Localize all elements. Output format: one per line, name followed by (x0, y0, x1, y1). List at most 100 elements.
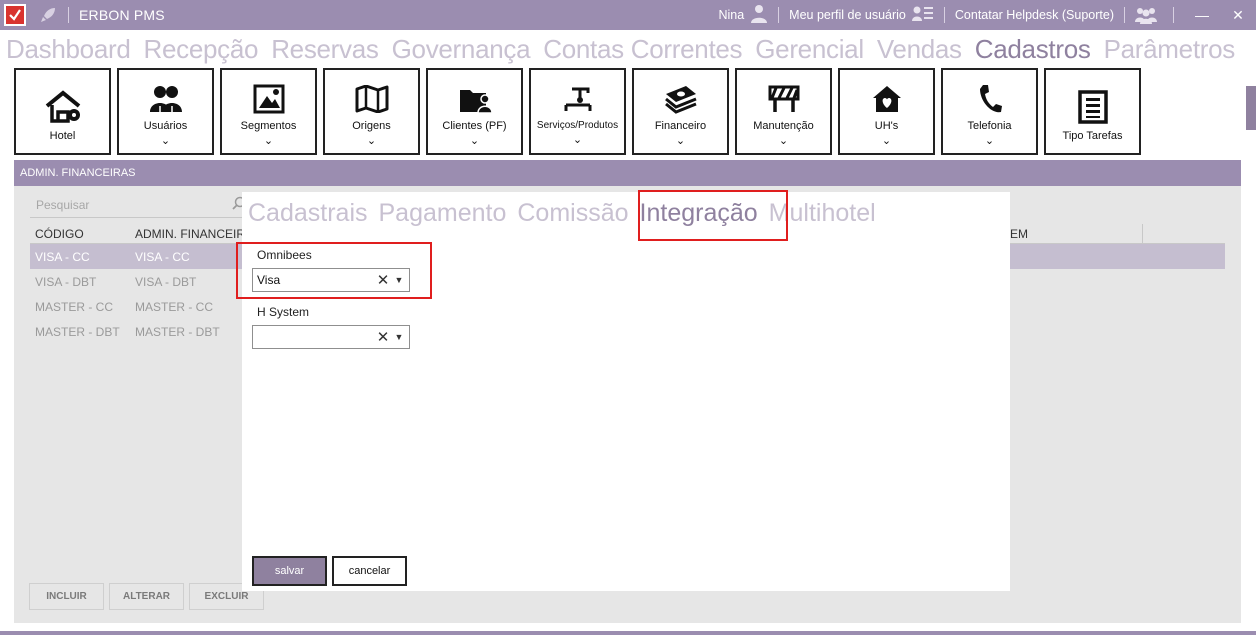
tab-pagamento[interactable]: Pagamento (379, 199, 507, 228)
ribbon-usuarios-label: Usuários (143, 120, 188, 132)
chevron-down-icon: ⌄ (366, 135, 377, 147)
user-icon (750, 4, 768, 27)
main-navigation: Dashboard Recepção Reservas Governança C… (6, 34, 1235, 68)
cell-admin: MASTER - DBT (135, 325, 220, 339)
clear-icon[interactable]: ✕ (375, 328, 391, 346)
edit-dialog: Cadastrais Pagamento Comissão Integração… (236, 190, 1010, 591)
clear-icon[interactable]: ✕ (375, 271, 391, 289)
ribbon-usuarios[interactable]: Usuários ⌄ (117, 68, 214, 155)
column-header-admin[interactable]: ADMIN. FINANCEIR (135, 227, 245, 241)
profile-list-icon (911, 5, 934, 26)
ribbon-financeiro[interactable]: Financeiro ⌄ (632, 68, 729, 155)
cell-codigo: VISA - DBT (35, 275, 97, 289)
ribbon-manutencao-label: Manutenção (753, 120, 814, 132)
image-icon (253, 82, 285, 116)
column-divider (1142, 224, 1143, 244)
cell-admin: VISA - CC (135, 250, 190, 264)
nav-cadastros[interactable]: Cadastros (975, 34, 1091, 68)
ribbon-toolbar: Hotel Usuários ⌄ Segmentos ⌄ Origens ⌄ C… (14, 68, 1141, 156)
search-placeholder: Pesquisar (36, 197, 90, 212)
nav-recepcao[interactable]: Recepção (144, 34, 259, 68)
chevron-down-icon: ⌄ (469, 135, 480, 147)
hsystem-select[interactable]: ✕ ▼ (252, 325, 410, 349)
nav-dashboard[interactable]: Dashboard (6, 34, 131, 68)
client-folder-icon (458, 82, 492, 116)
ribbon-servicos-produtos-label: Serviços/Produtos (536, 120, 619, 131)
app-title: ERBON PMS (79, 7, 165, 23)
nav-governanca[interactable]: Governança (392, 34, 531, 68)
ribbon-hotel-label: Hotel (49, 130, 76, 142)
minimize-button[interactable]: — (1184, 0, 1220, 30)
highlight-box-tab (638, 190, 788, 241)
nav-gerencial[interactable]: Gerencial (755, 34, 864, 68)
search-input[interactable]: Pesquisar (30, 192, 250, 218)
column-header-codigo[interactable]: CÓDIGO (35, 227, 84, 241)
team-icon[interactable] (1135, 6, 1157, 24)
dropdown-arrow-icon[interactable]: ▼ (391, 332, 407, 342)
list-icon (1077, 90, 1108, 124)
nav-vendas[interactable]: Vendas (877, 34, 962, 68)
barrier-icon (768, 82, 800, 116)
right-edge-accent (1246, 86, 1256, 130)
title-separator (1124, 7, 1125, 23)
nav-parametros[interactable]: Parâmetros (1104, 34, 1236, 68)
chevron-down-icon: ⌄ (881, 135, 892, 147)
omnibees-select[interactable]: Visa ✕ ▼ (252, 268, 410, 292)
ribbon-origens-label: Origens (352, 120, 391, 132)
ribbon-manutencao[interactable]: Manutenção ⌄ (735, 68, 832, 155)
cell-admin: MASTER - CC (135, 300, 213, 314)
ribbon-clientes-pf[interactable]: Clientes (PF) ⌄ (426, 68, 523, 155)
nav-contas-correntes[interactable]: Contas Correntes (543, 34, 742, 68)
cell-codigo: MASTER - CC (35, 300, 113, 314)
ribbon-segmentos[interactable]: Segmentos ⌄ (220, 68, 317, 155)
ribbon-segmentos-label: Segmentos (240, 120, 297, 132)
chevron-down-icon: ⌄ (675, 135, 686, 147)
ribbon-uhs-label: UH's (874, 120, 899, 132)
tab-comissao[interactable]: Comissão (517, 199, 628, 228)
save-button[interactable]: salvar (252, 556, 327, 586)
alterar-button[interactable]: ALTERAR (109, 583, 184, 610)
ribbon-origens[interactable]: Origens ⌄ (323, 68, 420, 155)
chevron-down-icon: ⌄ (572, 134, 583, 146)
dropdown-arrow-icon[interactable]: ▼ (391, 275, 407, 285)
tab-cadastrais[interactable]: Cadastrais (248, 199, 368, 228)
profile-link[interactable]: Meu perfil de usuário (789, 5, 934, 26)
panel-header: ADMIN. FINANCEIRAS (14, 160, 1241, 186)
rocket-icon[interactable] (38, 5, 58, 25)
cell-codigo: VISA - CC (35, 250, 90, 264)
omnibees-label: Omnibees (257, 248, 312, 262)
ribbon-tipo-tarefas-label: Tipo Tarefas (1062, 130, 1123, 142)
ribbon-clientes-pf-label: Clientes (PF) (442, 120, 507, 132)
ribbon-telefonia-label: Telefonia (967, 120, 1012, 132)
home-heart-icon (871, 82, 903, 116)
helpdesk-link[interactable]: Contatar Helpdesk (Suporte) (955, 8, 1114, 22)
ribbon-uhs[interactable]: UH's ⌄ (838, 68, 935, 155)
user-menu[interactable]: Nina (718, 4, 768, 27)
cell-admin: VISA - DBT (135, 275, 197, 289)
service-icon (562, 82, 594, 116)
omnibees-value: Visa (257, 273, 281, 287)
title-separator (68, 7, 69, 23)
nav-reservas[interactable]: Reservas (271, 34, 379, 68)
users-icon (149, 82, 183, 116)
cell-codigo: MASTER - DBT (35, 325, 120, 339)
ribbon-servicos-produtos[interactable]: Serviços/Produtos ⌄ (529, 68, 626, 155)
column-header-em[interactable]: EM (1010, 227, 1028, 241)
window-bottom-border (0, 631, 1256, 635)
ribbon-tipo-tarefas[interactable]: Tipo Tarefas (1044, 68, 1141, 155)
incluir-button[interactable]: INCLUIR (29, 583, 104, 610)
close-button[interactable]: ✕ (1220, 0, 1256, 30)
app-logo-icon (4, 4, 26, 26)
house-icon (44, 90, 82, 124)
chevron-down-icon: ⌄ (984, 135, 995, 147)
user-name: Nina (718, 8, 745, 22)
ribbon-telefonia[interactable]: Telefonia ⌄ (941, 68, 1038, 155)
money-icon (664, 82, 698, 116)
cancel-button[interactable]: cancelar (332, 556, 407, 586)
phone-icon (977, 82, 1003, 116)
chevron-down-icon: ⌄ (160, 135, 171, 147)
ribbon-hotel[interactable]: Hotel (14, 68, 111, 155)
helpdesk-link-label: Contatar Helpdesk (Suporte) (954, 8, 1114, 22)
chevron-down-icon: ⌄ (778, 135, 789, 147)
title-bar: ERBON PMS Nina Meu perfil de usuário Con… (0, 0, 1256, 30)
